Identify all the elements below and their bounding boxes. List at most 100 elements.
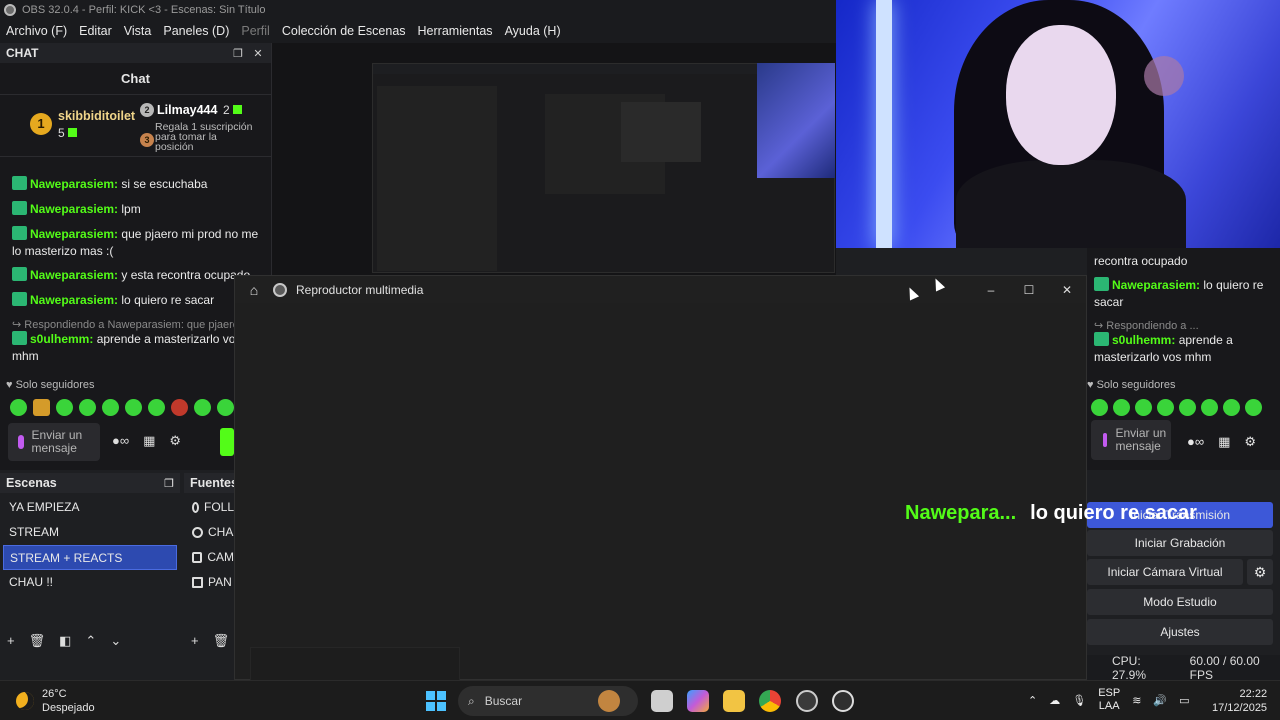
emote-icon — [1135, 399, 1152, 416]
scene-item[interactable]: STREAM — [0, 520, 180, 545]
language-indicator[interactable]: ESP LAA — [1098, 687, 1120, 713]
add-scene-icon[interactable]: + — [7, 633, 15, 649]
scenes-toolbar: + 🗑 ◧ ⌃ ⌄ — [0, 633, 121, 649]
source-item[interactable]: PAN — [184, 570, 234, 595]
emote-icon[interactable] — [102, 399, 119, 416]
send-button[interactable] — [220, 428, 234, 456]
menu-scene-collection[interactable]: Colección de Escenas — [276, 24, 412, 38]
connections-icon[interactable]: ●∞ — [112, 433, 129, 449]
source-item[interactable]: CHA — [184, 520, 234, 545]
browser-source-icon — [192, 527, 203, 538]
virtual-camera-button[interactable]: Iniciar Cámara Virtual — [1087, 559, 1243, 585]
task-view-icon[interactable] — [651, 690, 673, 712]
emote-icon[interactable] — [148, 399, 165, 416]
camera-icon — [192, 552, 203, 563]
scenes-dock: Escenas ❐ YA EMPIEZA STREAM STREAM + REAC… — [0, 473, 180, 655]
chat-capture-overlay: recontra ocupado Naweparasiem: lo quiero… — [1087, 248, 1280, 470]
media-player-window[interactable]: ⌂ Reproductor multimedia – ☐ ✕ — [234, 275, 1087, 707]
remove-scene-icon[interactable]: 🗑 — [29, 633, 46, 649]
leader1-name[interactable]: skibbiditoilet — [58, 109, 135, 123]
chat-message: s0ulhemm: aprende a masterizarlo vos mhm — [1094, 332, 1233, 364]
menu-view[interactable]: Vista — [118, 24, 158, 38]
file-explorer-icon[interactable] — [723, 690, 745, 712]
sources-header: Fuentes — [184, 473, 234, 493]
sub-badge-icon — [12, 331, 27, 345]
sub-badge-icon — [1094, 332, 1109, 346]
chrome-icon[interactable] — [759, 690, 781, 712]
scenes-header: Escenas ❐ — [0, 473, 180, 493]
menu-help[interactable]: Ayuda (H) — [499, 24, 567, 38]
close-window-icon[interactable]: ✕ — [1048, 283, 1086, 297]
chat-input[interactable]: Enviar un mensaje — [8, 423, 100, 461]
temperature: 26°C — [42, 688, 67, 700]
minimize-icon[interactable]: – — [972, 283, 1010, 297]
close-icon[interactable]: ✕ — [251, 47, 265, 60]
chevron-up-icon[interactable]: ⌃ — [1028, 694, 1037, 707]
sub-badge-icon — [12, 201, 27, 215]
chat-dock-header: CHAT ❐ ✕ — [0, 43, 271, 63]
menu-file[interactable]: Archivo (F) — [0, 24, 73, 38]
start-recording-button[interactable]: Iniciar Grabación — [1087, 530, 1273, 556]
copilot-icon[interactable] — [687, 690, 709, 712]
store-icon[interactable]: ▦ — [143, 433, 155, 449]
emote-icon[interactable] — [125, 399, 142, 416]
maximize-icon[interactable]: ☐ — [1010, 283, 1048, 297]
emote-icon[interactable] — [10, 399, 27, 416]
scene-filters-icon[interactable]: ◧ — [59, 633, 71, 649]
scene-item[interactable]: CHAU !! — [0, 570, 180, 595]
emote-icon[interactable] — [194, 399, 211, 416]
undock-icon[interactable]: ❐ — [164, 477, 174, 490]
move-up-icon[interactable]: ⌃ — [85, 633, 96, 649]
windows-start-icon[interactable] — [426, 691, 446, 711]
scene-item-active[interactable]: STREAM + REACTS — [3, 545, 177, 570]
microphone-icon[interactable] — [18, 435, 24, 449]
media-player-video-area[interactable] — [235, 303, 1086, 707]
webcam-feed — [836, 0, 1280, 248]
chat-message: Naweparasiem: lo quiero re sacar — [1094, 277, 1264, 309]
settings-button[interactable]: Ajustes — [1087, 619, 1273, 645]
watermark-logo — [1144, 56, 1184, 96]
emote-icon — [1223, 399, 1240, 416]
media-player-titlebar[interactable]: ⌂ Reproductor multimedia – ☐ ✕ — [235, 276, 1086, 303]
studio-mode-button[interactable]: Modo Estudio — [1087, 589, 1273, 615]
obs-taskbar-icon[interactable] — [796, 690, 818, 712]
emote-icon[interactable] — [171, 399, 188, 416]
remove-source-icon[interactable]: 🗑 — [213, 633, 230, 649]
media-player-title: Reproductor multimedia — [296, 282, 424, 297]
settings-gear-icon[interactable]: ⚙ — [169, 433, 181, 449]
chat-tools: ●∞ ▦ ⚙ — [1187, 434, 1256, 450]
source-item[interactable]: CAM — [184, 545, 234, 570]
emote-icon[interactable] — [33, 399, 50, 416]
leader2-name[interactable]: Lilmay444 — [157, 103, 217, 117]
volume-icon[interactable]: 🔊 — [1153, 694, 1167, 707]
move-down-icon[interactable]: ⌄ — [110, 633, 121, 649]
media-player-taskbar-icon[interactable] — [832, 690, 854, 712]
emote-icon[interactable] — [56, 399, 73, 416]
chat-message: Naweparasiem: si se escuchaba — [12, 176, 262, 193]
overlay-text: lo quiero re sacar — [1030, 502, 1197, 524]
menu-edit[interactable]: Editar — [73, 24, 118, 38]
wifi-icon[interactable]: ≋ — [1132, 694, 1141, 707]
menu-tools[interactable]: Herramientas — [412, 24, 499, 38]
home-icon[interactable]: ⌂ — [235, 282, 273, 298]
source-item[interactable]: FOLL — [184, 495, 234, 520]
sub-badge-icon — [12, 176, 27, 190]
emote-icon[interactable] — [79, 399, 96, 416]
add-source-icon[interactable]: + — [191, 633, 199, 649]
emote-icon[interactable] — [217, 399, 234, 416]
virtual-camera-settings-icon[interactable]: ⚙ — [1247, 559, 1273, 585]
search-highlight-icon[interactable] — [598, 690, 620, 712]
cloud-icon[interactable]: ☁ — [1049, 694, 1060, 707]
weather-condition: Despejado — [42, 702, 95, 714]
undock-icon[interactable]: ❐ — [231, 47, 245, 60]
weather-widget[interactable]: 26°C Despejado — [16, 687, 95, 715]
scene-item[interactable]: YA EMPIEZA — [0, 495, 180, 520]
emote-icon — [1245, 399, 1262, 416]
menu-docks[interactable]: Paneles (D) — [157, 24, 235, 38]
obs-menubar: Archivo (F) Editar Vista Paneles (D) Per… — [0, 19, 840, 43]
taskbar-clock[interactable]: 22:22 17/12/2025 — [1212, 687, 1267, 715]
battery-icon[interactable]: ▭ — [1179, 694, 1189, 707]
menu-profile[interactable]: Perfil — [235, 24, 275, 38]
chat-input: Enviar un mensaje — [1091, 420, 1171, 460]
microphone-tray-icon[interactable]: 🎙 — [1072, 694, 1086, 707]
